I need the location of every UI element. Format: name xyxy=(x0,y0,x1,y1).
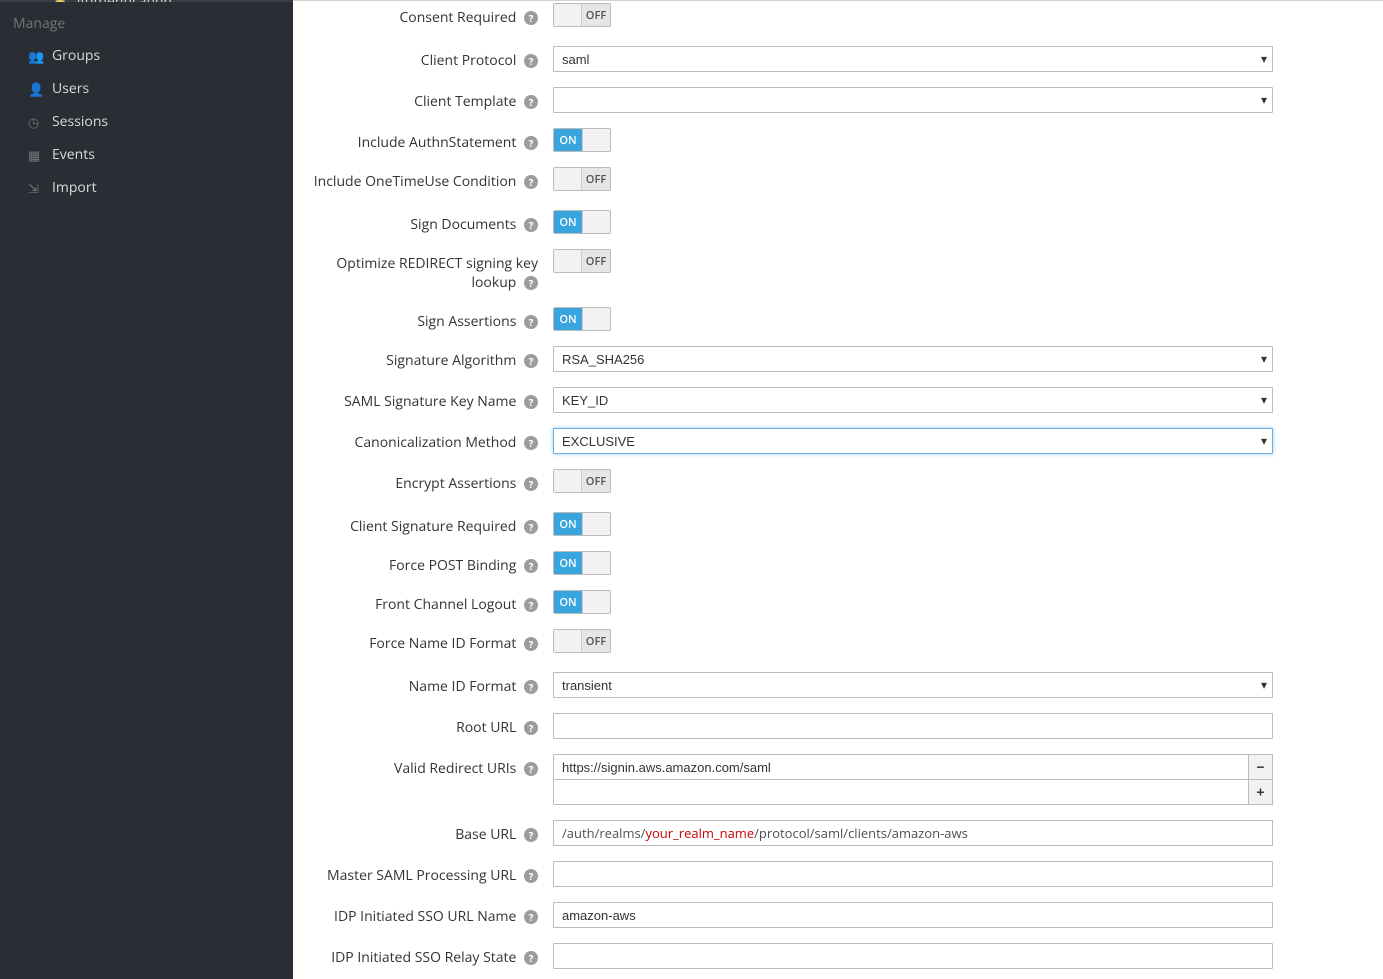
help-icon[interactable]: ? xyxy=(524,395,538,409)
help-icon[interactable]: ? xyxy=(524,95,538,109)
sidebar-item-label: Users xyxy=(52,79,89,98)
sessions-icon: ◷ xyxy=(28,113,52,131)
events-icon: ▦ xyxy=(28,146,52,164)
encrypt-assertions-label: Encrypt Assertions ? xyxy=(313,469,553,493)
master-saml-label: Master SAML Processing URL ? xyxy=(313,861,553,885)
saml-sig-key-select[interactable]: KEY_ID xyxy=(553,387,1273,413)
idp-sso-url-input[interactable] xyxy=(553,902,1273,928)
include-onetime-toggle[interactable]: OFF xyxy=(553,167,611,191)
sidebar-item-label: Events xyxy=(52,145,95,164)
client-sig-required-toggle[interactable]: ON xyxy=(553,512,611,536)
help-icon[interactable]: ? xyxy=(524,218,538,232)
base-url-label: Base URL ? xyxy=(313,820,553,844)
help-icon[interactable]: ? xyxy=(524,637,538,651)
include-authn-toggle[interactable]: ON xyxy=(553,128,611,152)
signature-algorithm-select[interactable]: RSA_SHA256 xyxy=(553,346,1273,372)
client-template-select[interactable] xyxy=(553,87,1273,113)
sidebar-item-label: Import xyxy=(52,178,97,197)
sidebar-item-label: Sessions xyxy=(52,112,108,131)
import-icon: ⇲ xyxy=(28,179,52,197)
sidebar-item-sessions[interactable]: ◷Sessions xyxy=(0,105,293,138)
master-saml-input[interactable] xyxy=(553,861,1273,887)
help-icon[interactable]: ? xyxy=(524,721,538,735)
help-icon[interactable]: ? xyxy=(524,520,538,534)
sidebar-section-manage: Manage xyxy=(0,2,293,39)
idp-sso-relay-input[interactable] xyxy=(553,943,1273,969)
lock-icon: 🔒 xyxy=(52,0,76,2)
idp-sso-relay-label: IDP Initiated SSO Relay State ? xyxy=(313,943,553,967)
client-sig-required-label: Client Signature Required ? xyxy=(313,512,553,536)
sidebar-item-events[interactable]: ▦Events xyxy=(0,138,293,171)
consent-required-toggle[interactable]: OFF xyxy=(553,3,611,27)
sidebar-item-label: Authentication xyxy=(76,0,172,2)
force-nameid-toggle[interactable]: OFF xyxy=(553,629,611,653)
help-icon[interactable]: ? xyxy=(524,951,538,965)
help-icon[interactable]: ? xyxy=(524,910,538,924)
force-post-label: Force POST Binding ? xyxy=(313,551,553,575)
help-icon[interactable]: ? xyxy=(524,828,538,842)
help-icon[interactable]: ? xyxy=(524,436,538,450)
help-icon[interactable]: ? xyxy=(524,869,538,883)
sidebar-item-groups[interactable]: 👥Groups xyxy=(0,39,293,72)
consent-required-label: Consent Required ? xyxy=(313,3,553,27)
saml-sig-key-label: SAML Signature Key Name ? xyxy=(313,387,553,411)
valid-redirect-input-0[interactable] xyxy=(553,754,1249,780)
help-icon[interactable]: ? xyxy=(524,477,538,491)
sign-documents-label: Sign Documents ? xyxy=(313,210,553,234)
help-icon[interactable]: ? xyxy=(524,175,538,189)
help-icon[interactable]: ? xyxy=(524,315,538,329)
root-url-input[interactable] xyxy=(553,713,1273,739)
root-url-label: Root URL ? xyxy=(313,713,553,737)
help-icon[interactable]: ? xyxy=(524,11,538,25)
help-icon[interactable]: ? xyxy=(524,680,538,694)
sidebar-item-import[interactable]: ⇲Import xyxy=(0,171,293,204)
groups-icon: 👥 xyxy=(28,47,52,65)
idp-sso-url-label: IDP Initiated SSO URL Name ? xyxy=(313,902,553,926)
help-icon[interactable]: ? xyxy=(524,54,538,68)
front-channel-logout-toggle[interactable]: ON xyxy=(553,590,611,614)
remove-redirect-button[interactable]: − xyxy=(1249,754,1273,780)
force-post-toggle[interactable]: ON xyxy=(553,551,611,575)
client-protocol-select[interactable]: saml xyxy=(553,46,1273,72)
add-redirect-button[interactable]: + xyxy=(1249,779,1273,805)
main-form: Consent Required ?OFFClient Protocol ?sa… xyxy=(293,0,1383,979)
valid-redirect-label: Valid Redirect URIs ? xyxy=(313,754,553,778)
signature-algorithm-label: Signature Algorithm ? xyxy=(313,346,553,370)
optimize-redirect-toggle[interactable]: OFF xyxy=(553,249,611,273)
client-template-label: Client Template ? xyxy=(313,87,553,111)
users-icon: 👤 xyxy=(28,80,52,98)
sidebar-item-label: Groups xyxy=(52,46,100,65)
front-channel-logout-label: Front Channel Logout ? xyxy=(313,590,553,614)
help-icon[interactable]: ? xyxy=(524,136,538,150)
sidebar: 🔒 Authentication Manage 👥Groups👤Users◷Se… xyxy=(0,0,293,979)
valid-redirect-input-new[interactable] xyxy=(553,779,1249,805)
sidebar-item-users[interactable]: 👤Users xyxy=(0,72,293,105)
encrypt-assertions-toggle[interactable]: OFF xyxy=(553,469,611,493)
client-protocol-label: Client Protocol ? xyxy=(313,46,553,70)
include-authn-label: Include AuthnStatement ? xyxy=(313,128,553,152)
help-icon[interactable]: ? xyxy=(524,354,538,368)
help-icon[interactable]: ? xyxy=(524,559,538,573)
optimize-redirect-label: Optimize REDIRECT signing key lookup ? xyxy=(313,249,553,292)
sign-assertions-label: Sign Assertions ? xyxy=(313,307,553,331)
canonicalization-label: Canonicalization Method ? xyxy=(313,428,553,452)
include-onetime-label: Include OneTimeUse Condition ? xyxy=(313,167,553,191)
base-url-input[interactable]: /auth/realms/your_realm_name/protocol/sa… xyxy=(553,820,1273,846)
canonicalization-select[interactable]: EXCLUSIVE xyxy=(553,428,1273,454)
sign-documents-toggle[interactable]: ON xyxy=(553,210,611,234)
help-icon[interactable]: ? xyxy=(524,276,538,290)
nameid-format-label: Name ID Format ? xyxy=(313,672,553,696)
help-icon[interactable]: ? xyxy=(524,598,538,612)
help-icon[interactable]: ? xyxy=(524,762,538,776)
sign-assertions-toggle[interactable]: ON xyxy=(553,307,611,331)
nameid-format-select[interactable]: transient xyxy=(553,672,1273,698)
force-nameid-label: Force Name ID Format ? xyxy=(313,629,553,653)
